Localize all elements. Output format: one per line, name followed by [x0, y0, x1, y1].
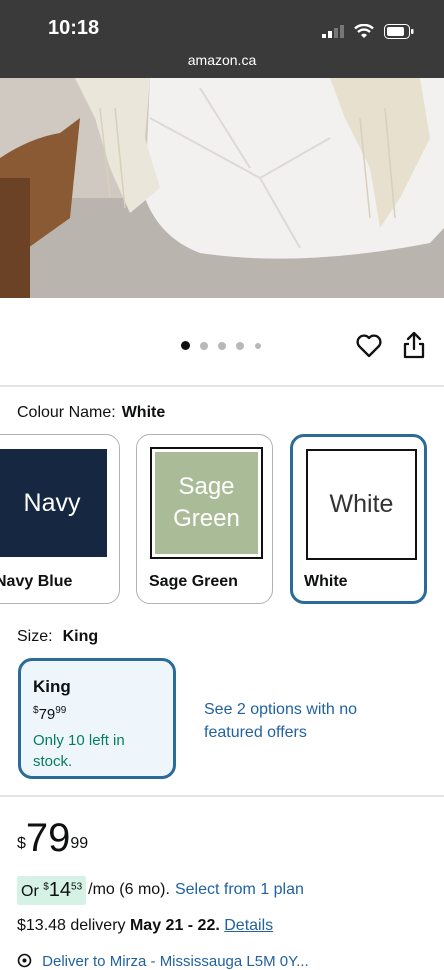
price-cents: 99	[70, 835, 89, 852]
delivery-details-link[interactable]: Details	[224, 917, 273, 934]
monthly-term: /mo (6 mo).	[88, 881, 170, 898]
size-option-king[interactable]: King $7999 Only 10 left in stock.	[18, 658, 176, 779]
delivery-dates: May 21 - 22.	[129, 917, 220, 934]
comforter-photo	[0, 78, 444, 298]
divider	[0, 795, 444, 797]
colour-label: Colour Name:	[17, 404, 116, 421]
divider	[0, 385, 444, 387]
monthly-price-highlight: Or $1453	[17, 875, 87, 905]
stock-status: Only 10 left in stock.	[33, 732, 125, 770]
carousel-dot-active[interactable]	[181, 341, 190, 350]
swatch-name-navy: Navy Blue	[0, 573, 73, 590]
swatch-tile-white: White	[306, 449, 417, 560]
deliver-to-text: Deliver to Mirza - Mississauga L5M 0Y...	[42, 953, 309, 970]
url-bar[interactable]: amazon.ca	[0, 52, 444, 68]
see-options-link[interactable]: See 2 options with no featured offers	[204, 698, 374, 744]
swatch-name-white: White	[304, 573, 348, 590]
carousel-dot[interactable]	[218, 342, 226, 350]
product-image[interactable]	[0, 78, 444, 298]
browser-status-bar: 10:18 amazon.ca	[0, 0, 444, 78]
carousel-dot[interactable]	[255, 343, 261, 349]
heart-icon[interactable]	[355, 332, 383, 360]
delivery-cost: $13.48 delivery	[17, 917, 126, 934]
signal-icon	[322, 25, 344, 38]
colour-option-white[interactable]: White White	[290, 434, 427, 604]
location-pin-icon	[17, 953, 32, 968]
size-option-title: King	[33, 677, 71, 696]
battery-icon	[384, 23, 414, 39]
colour-option-navy[interactable]: Navy Navy Blue	[0, 434, 120, 604]
price-currency: $	[17, 835, 26, 852]
clock-time: 10:18	[48, 17, 100, 39]
swatch-frame: Sage Green	[150, 447, 263, 559]
size-option-price: $7999	[33, 705, 67, 723]
swatch-name-sage-green: Sage Green	[149, 573, 238, 590]
size-value: King	[62, 628, 99, 645]
colour-label-row: Colour Name: White	[17, 404, 165, 422]
swatch-tile-navy: Navy	[0, 449, 107, 557]
select-plan-link[interactable]: Select from 1 plan	[175, 881, 304, 899]
status-icons	[322, 22, 414, 40]
swatch-tile-text: Green	[173, 505, 240, 532]
price-whole: 79	[25, 816, 71, 860]
delivery-info: $13.48 delivery May 21 - 22. Details	[17, 917, 273, 935]
payment-plan-row: Or $1453 /mo (6 mo). Select from 1 plan	[17, 875, 304, 905]
wifi-icon	[354, 23, 374, 38]
deliver-to-link[interactable]: Deliver to Mirza - Mississauga L5M 0Y...	[17, 953, 309, 970]
swatch-tile-sage-green: Sage Green	[155, 452, 258, 554]
colour-value: White	[121, 404, 166, 421]
swatch-tile-text: Sage	[178, 473, 235, 500]
colour-option-sage-green[interactable]: Sage Green Sage Green	[136, 434, 273, 604]
share-icon[interactable]	[401, 330, 427, 360]
carousel-dot[interactable]	[200, 342, 208, 350]
size-label-row: Size: King	[17, 628, 98, 646]
carousel-dot[interactable]	[236, 342, 244, 350]
product-price: $7999	[17, 814, 88, 862]
size-label: Size:	[17, 628, 53, 645]
